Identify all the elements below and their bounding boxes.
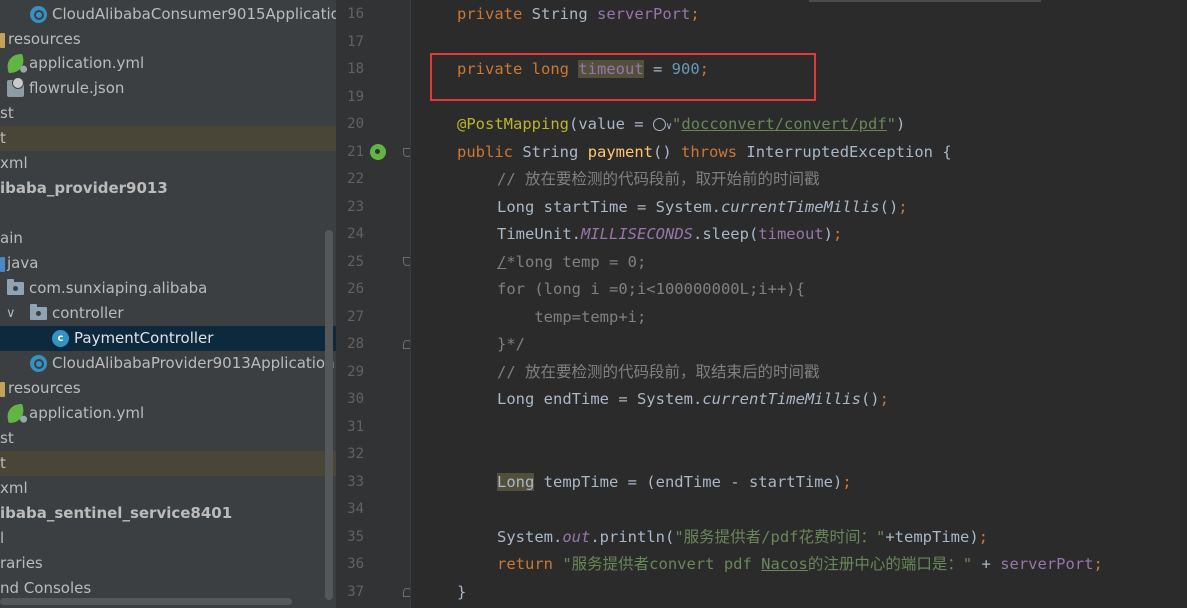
tree-item-pom-xml-2[interactable]: xml [0,476,336,501]
spring-config-icon [5,53,26,74]
code-line-37: } [457,583,467,601]
code-line-16: private String serverPort; [457,5,700,23]
code-line-35: System.out.println("服务提供者/pdf花费时间："+temp… [497,528,988,546]
line-number: 19 [347,89,364,105]
line-number: 28 [347,336,364,352]
line-number: 26 [347,281,364,297]
line-number: 17 [347,34,364,50]
tree-item-main[interactable]: ain [0,226,336,251]
line-number: 22 [347,171,364,187]
line-number: 37 [347,584,364,600]
globe-icon[interactable] [652,118,666,131]
tree-item-provider-app[interactable]: CloudAlibabaProvider9013Application [0,351,336,376]
code-line-21: public String payment() throws Interrupt… [457,143,952,161]
tree-item-payment-controller[interactable]: c PaymentController [0,326,336,351]
line-number: 35 [347,529,364,545]
tree-horizontal-scrollbar[interactable] [0,598,292,605]
tree-item-java[interactable]: java [0,251,336,276]
code-line-23: Long startTime = System.currentTimeMilli… [497,198,908,216]
line-number: 25 [347,254,364,270]
spring-boot-class-icon [30,355,47,372]
line-number: 34 [347,501,364,517]
line-number: 23 [347,199,364,215]
package-folder-icon [7,279,24,295]
tree-item-consumer-app[interactable]: CloudAlibabaConsumer9015Applicatio [0,2,336,27]
code-line-36: return "服务提供者convert pdf Nacos的注册中心的端口是：… [497,555,1103,573]
line-number: 20 [347,116,364,132]
tree-item-flowrule-json[interactable]: flowrule.json [0,76,336,101]
code-line-29: // 放在要检测的代码段前，取结束后的时间戳 [497,363,820,381]
resources-folder-icon [0,33,5,48]
project-tree: CloudAlibabaConsumer9015Applicatio resou… [0,0,336,608]
tree-item-target[interactable]: t [0,126,336,151]
tree-item-application-yml[interactable]: application.yml [0,51,336,76]
class-icon: c [52,330,69,347]
tree-item-application-yml-2[interactable]: application.yml [0,401,336,426]
code-line-33: Long tempTime = (endTime - startTime); [497,473,852,491]
code-line-25: /*long temp = 0; [497,253,647,271]
line-number: 33 [347,474,364,490]
spring-bean-icon[interactable] [370,144,386,160]
tree-vertical-scrollbar[interactable] [325,230,333,600]
spring-config-icon [5,403,26,424]
tree-item-module-sentinel8401[interactable]: ibaba_sentinel_service8401 [0,501,336,526]
line-number: 27 [347,309,364,325]
line-number: 24 [347,226,364,242]
package-folder-icon [30,304,47,320]
editor-horizontal-scrollbar[interactable] [809,0,1041,2]
code-line-20: @PostMapping(value = ∨"docconvert/conver… [457,115,906,133]
line-number: 21 [347,144,364,160]
tree-item-src[interactable] [0,201,336,226]
tree-item-pom-xml[interactable]: xml [0,151,336,176]
line-number: 36 [347,556,364,572]
chevron-down-icon[interactable]: ∨ [6,301,16,326]
tree-item-package[interactable]: com.sunxiaping.alibaba [0,276,336,301]
tree-item-target-2[interactable]: t [0,451,336,476]
code-line-27: temp=temp+i; [497,308,647,326]
line-number: 32 [347,446,364,462]
spring-boot-class-icon [30,6,47,23]
line-number: 31 [347,419,364,435]
code-line-28: }*/ [497,335,525,353]
json-file-icon [7,77,24,97]
tree-item-resources-2[interactable]: resources [0,376,336,401]
line-number: 29 [347,364,364,380]
code-line-24: TimeUnit.MILLISECONDS.sleep(timeout); [497,225,843,243]
tree-item-test-2[interactable]: st [0,426,336,451]
line-number: 18 [347,61,364,77]
tree-item-controller[interactable]: ∨ controller [0,301,336,326]
tree-item-module-provider9013[interactable]: ibaba_provider9013 [0,176,336,201]
source-folder-icon [0,257,5,272]
tree-item-external-libraries[interactable]: raries [0,551,336,576]
tree-item-test[interactable]: st [0,101,336,126]
code-line-30: Long endTime = System.currentTimeMillis(… [497,390,889,408]
highlight-box [430,53,816,101]
tree-item-l[interactable]: l [0,526,336,551]
code-line-26: for (long i =0;i<100000000L;i++){ [497,280,805,298]
resources-folder-icon [0,382,5,397]
tree-item-resources[interactable]: resources [0,27,336,52]
line-number: 30 [347,391,364,407]
code-line-22: // 放在要检测的代码段前，取开始前的时间戳 [497,170,820,188]
line-number: 16 [347,6,364,22]
